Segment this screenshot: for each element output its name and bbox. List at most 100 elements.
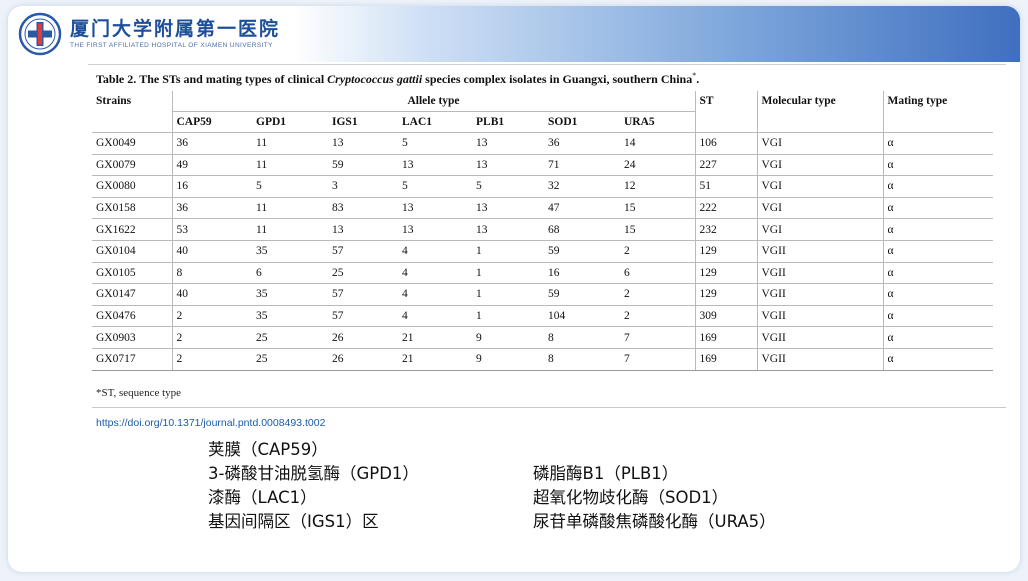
table-cell: 59 — [544, 240, 620, 263]
table-cell: 14 — [620, 132, 695, 155]
table-cell: α — [882, 218, 993, 241]
table-cell: VGII — [756, 262, 883, 285]
table-cell: VGI — [756, 197, 883, 220]
table-cell: 5 — [398, 175, 472, 198]
table-cell: 36 — [171, 132, 252, 155]
header-allele-cap59: CAP59 — [171, 111, 252, 133]
table-row: GX0147 40 35 57 4 1 59 2 129 VGII α — [92, 283, 993, 306]
table-cell: 2 — [620, 305, 695, 328]
table-figure: Table 2. The STs and mating types of cli… — [88, 64, 1006, 433]
table-cell: α — [882, 197, 993, 220]
table-cell: GX0147 — [92, 283, 172, 306]
table-cell: 2 — [171, 305, 252, 328]
header-strains: Strains — [92, 91, 172, 133]
header-allele-plb1: PLB1 — [472, 111, 544, 133]
table-cell: 2 — [171, 326, 252, 349]
table-cell: 5 — [472, 175, 544, 198]
table-cell: 13 — [472, 154, 544, 177]
table-cell: 8 — [544, 326, 620, 349]
table-cell: 13 — [328, 218, 398, 241]
table-cell: VGI — [756, 132, 883, 155]
table-cell: 15 — [620, 197, 695, 220]
note-cap59: 荚膜（CAP59） — [208, 440, 328, 459]
table-cell: 13 — [398, 154, 472, 177]
table-cell: α — [882, 240, 993, 263]
table-cell: VGI — [756, 154, 883, 177]
table-cell: 11 — [252, 132, 328, 155]
header-allele-lac1: LAC1 — [398, 111, 472, 133]
table-cell: GX0717 — [92, 348, 172, 371]
table-cell: 25 — [252, 326, 328, 349]
doi-link[interactable]: https://doi.org/10.1371/journal.pntd.000… — [96, 417, 325, 429]
table-cell: 25 — [328, 262, 398, 285]
table-row: GX0105 8 6 25 4 1 16 6 129 VGII α — [92, 262, 993, 285]
table-cell: GX0105 — [92, 262, 172, 285]
notes-right-column: 磷脂酶B1（PLB1） 超氧化物歧化酶（SOD1） 尿苷单磷酸焦磷酸化酶（URA… — [533, 462, 776, 534]
table-cell: 1 — [472, 262, 544, 285]
note-ura5: 尿苷单磷酸焦磷酸化酶（URA5） — [533, 512, 776, 531]
table-cell: 49 — [171, 154, 252, 177]
table-cell: 59 — [544, 283, 620, 306]
table-cell: 11 — [252, 197, 328, 220]
table-cell: 106 — [694, 132, 757, 155]
table-cell: 71 — [544, 154, 620, 177]
table-cell: 6 — [620, 262, 695, 285]
note-lac1: 漆酶（LAC1） — [208, 488, 317, 507]
header-allele-ura5: URA5 — [620, 111, 695, 133]
header-allele-gpd1: GPD1 — [252, 111, 328, 133]
table-cell: 25 — [252, 348, 328, 371]
table-cell: 13 — [472, 218, 544, 241]
table-cell: α — [882, 175, 993, 198]
table-caption: Table 2. The STs and mating types of cli… — [96, 71, 699, 87]
table-cell: 6 — [252, 262, 328, 285]
table-cell: 232 — [694, 218, 757, 241]
table-cell: 16 — [544, 262, 620, 285]
table-cell: 21 — [398, 326, 472, 349]
table-cell: 4 — [398, 283, 472, 306]
table-cell: 57 — [328, 283, 398, 306]
table-cell: 8 — [171, 262, 252, 285]
table-cell: 15 — [620, 218, 695, 241]
table-cell: 57 — [328, 305, 398, 328]
table-cell: 9 — [472, 326, 544, 349]
caption-prefix: Table 2. — [96, 72, 137, 86]
table-cell: 129 — [694, 283, 757, 306]
hospital-name-en: THE FIRST AFFILIATED HOSPITAL OF XIAMEN … — [70, 42, 273, 49]
table-row: GX0717 2 25 26 21 9 8 7 169 VGII α — [92, 348, 993, 371]
notes-left-column: 荚膜（CAP59） 3-磷酸甘油脱氢酶（GPD1） 漆酶（LAC1） 基因间隔区… — [208, 438, 419, 534]
table-cell: 2 — [620, 283, 695, 306]
table-cell: VGI — [756, 218, 883, 241]
table-cell: VGI — [756, 175, 883, 198]
table-cell: VGII — [756, 283, 883, 306]
table-cell: GX1622 — [92, 218, 172, 241]
table-cell: α — [882, 132, 993, 155]
table-cell: α — [882, 154, 993, 177]
table-cell: α — [882, 262, 993, 285]
table-cell: 26 — [328, 348, 398, 371]
table-cell: VGII — [756, 240, 883, 263]
table-row: GX0049 36 11 13 5 13 36 14 106 VGI α — [92, 132, 993, 155]
table-cell: 9 — [472, 348, 544, 371]
table-cell: 309 — [694, 305, 757, 328]
header-st: ST — [694, 91, 757, 133]
table-cell: 169 — [694, 348, 757, 371]
table-cell: 3 — [328, 175, 398, 198]
header-mating-type: Mating type — [882, 91, 993, 133]
header-molecular-type: Molecular type — [756, 91, 883, 133]
table-cell: 4 — [398, 240, 472, 263]
note-igs1: 基因间隔区（IGS1）区 — [208, 512, 379, 531]
hospital-name-cn: 厦门大学附属第一医院 — [70, 18, 281, 40]
table-row: GX0903 2 25 26 21 9 8 7 169 VGII α — [92, 326, 993, 349]
table-cell: GX0104 — [92, 240, 172, 263]
table-cell: 59 — [328, 154, 398, 177]
table-cell: 24 — [620, 154, 695, 177]
table-row: GX0104 40 35 57 4 1 59 2 129 VGII α — [92, 240, 993, 263]
table-cell: 83 — [328, 197, 398, 220]
table-cell: 13 — [398, 218, 472, 241]
table-row: GX0158 36 11 83 13 13 47 15 222 VGI α — [92, 197, 993, 220]
caption-main: The STs and mating types of clinical — [139, 72, 325, 86]
note-plb1: 磷脂酶B1（PLB1） — [533, 464, 679, 483]
table-cell: 13 — [398, 197, 472, 220]
table-cell: α — [882, 283, 993, 306]
table-cell: 5 — [252, 175, 328, 198]
